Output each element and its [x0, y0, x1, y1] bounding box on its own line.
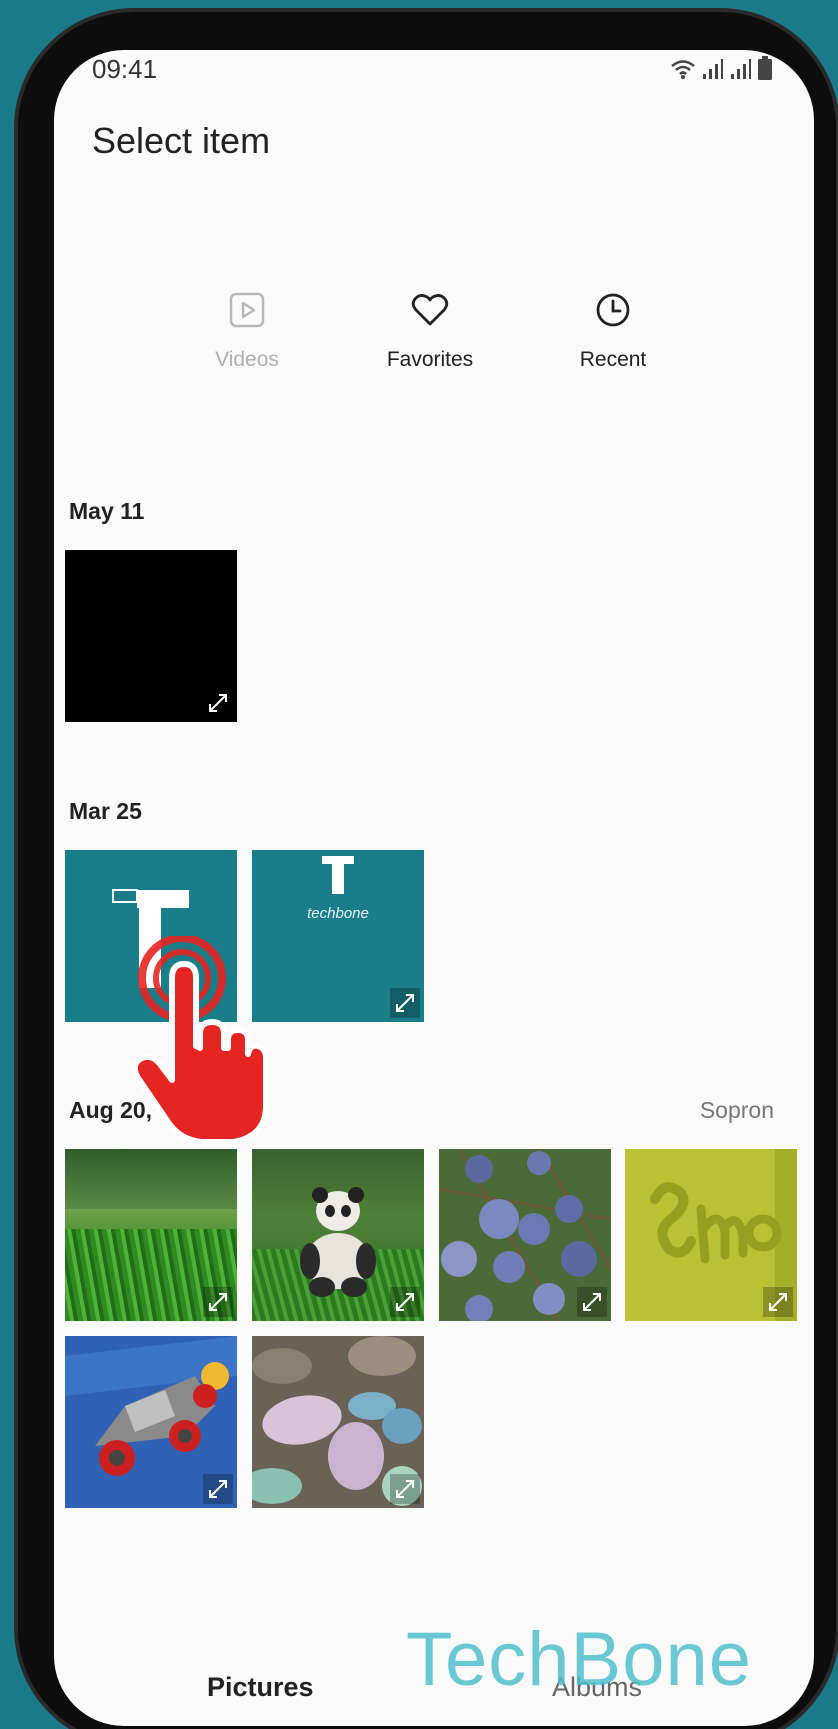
category-recent-label: Recent	[579, 348, 647, 371]
photo-thumb-plums[interactable]	[439, 1149, 611, 1321]
status-time: 09:41	[92, 54, 158, 84]
category-favorites[interactable]: Favorites	[350, 290, 510, 372]
signal-icon-2	[731, 59, 751, 79]
category-videos[interactable]: Videos	[167, 290, 327, 372]
signal-icon	[703, 59, 723, 79]
techbone-caption: techbone	[307, 905, 369, 922]
battery-icon	[758, 56, 772, 80]
video-icon	[229, 292, 265, 328]
screen: 09:41 Select item Videos Favorites Recen…	[54, 50, 814, 1726]
expand-icon[interactable]	[390, 988, 420, 1018]
category-row: Videos Favorites Recent	[54, 290, 814, 400]
photo-thumb-smoby-toy[interactable]	[625, 1149, 797, 1321]
techbone-watermark: TechBone	[406, 1617, 753, 1702]
section-date-may-11: May 11	[69, 498, 145, 524]
expand-icon[interactable]	[203, 1287, 233, 1317]
expand-icon[interactable]	[763, 1287, 793, 1317]
status-icons	[670, 56, 772, 80]
photo-thumb-chalk[interactable]	[252, 1336, 424, 1508]
photo-thumb-panda[interactable]	[252, 1149, 424, 1321]
section-location: Sopron	[699, 1097, 774, 1123]
clock-icon	[596, 293, 630, 327]
wifi-icon	[671, 60, 695, 79]
category-recent[interactable]: Recent	[533, 290, 693, 372]
page-title: Select item	[92, 120, 271, 161]
section-date-mar-25: Mar 25	[69, 798, 142, 824]
photo-thumb-black[interactable]	[65, 550, 237, 722]
expand-icon[interactable]	[203, 688, 233, 718]
photo-thumb-grass[interactable]	[65, 1149, 237, 1321]
expand-icon[interactable]	[203, 1474, 233, 1504]
photo-thumb-techbone-wordmark[interactable]: techbone	[252, 850, 424, 1022]
expand-icon[interactable]	[390, 1474, 420, 1504]
heart-icon	[411, 294, 449, 326]
tab-pictures[interactable]: Pictures	[207, 1672, 314, 1703]
photo-thumb-toy-car[interactable]	[65, 1336, 237, 1508]
category-videos-label: Videos	[215, 348, 279, 371]
category-favorites-label: Favorites	[386, 348, 474, 371]
expand-icon[interactable]	[390, 1287, 420, 1317]
tap-hand-icon	[131, 936, 269, 1145]
status-bar: 09:41	[54, 50, 814, 90]
expand-icon[interactable]	[577, 1287, 607, 1317]
